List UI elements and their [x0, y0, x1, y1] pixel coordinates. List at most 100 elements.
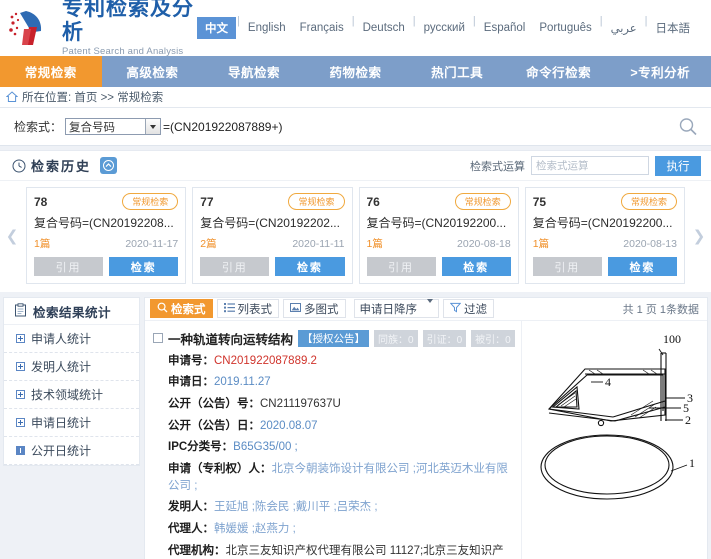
sort-select-value: 申请日降序 — [360, 301, 418, 317]
history-card[interactable]: 76 常规检索 复合号码=(CN20192200... 1篇 2020-08-1… — [359, 187, 519, 284]
result-title[interactable]: 一种轨道转向运转结构 — [168, 329, 293, 348]
quote-button[interactable]: 引用 — [200, 257, 269, 276]
history-card-count: 1篇 — [533, 236, 549, 251]
history-card-date: 2020-08-13 — [623, 238, 677, 250]
search-bar: 检索式： 复合号码 =(CN201922087889+) — [0, 108, 711, 146]
sidebar-item-label: 公开日统计 — [31, 442, 91, 459]
history-card-date: 2020-11-11 — [292, 238, 344, 250]
field-value[interactable]: B65G35/00 ; — [233, 441, 298, 453]
list-icon — [224, 302, 235, 316]
operation-input[interactable]: 检索式运算 — [531, 156, 649, 175]
sidebar-item-inventor-stats[interactable]: 发明人统计 — [4, 353, 139, 381]
search-icon[interactable] — [671, 110, 705, 144]
field-value: CN211197637U — [260, 398, 341, 410]
history-card-count: 1篇 — [34, 236, 50, 251]
results-count: 共 1 页 1条数据 — [623, 301, 699, 317]
view-mode-list[interactable]: 列表式 — [217, 299, 280, 318]
history-card[interactable]: 75 常规检索 复合号码=(CN20192200... 1篇 2020-08-1… — [525, 187, 685, 284]
sidebar-item-applicant-stats[interactable]: 申请人统计 — [4, 325, 139, 353]
history-card-badge: 常规检索 — [288, 193, 344, 210]
sidebar-item-label: 申请人统计 — [31, 330, 91, 347]
language-option-zh[interactable]: 中文 — [197, 17, 236, 39]
collapse-icon — [16, 446, 25, 455]
chevron-left-icon[interactable]: ❮ — [0, 227, 24, 245]
image-icon — [290, 302, 301, 316]
view-mode-grid-label: 多图式 — [304, 301, 339, 317]
quote-button[interactable]: 引用 — [533, 257, 602, 276]
sidebar-item-publication-date-stats[interactable]: 公开日统计 — [4, 437, 139, 465]
field-value[interactable]: 王延旭 ;陈会民 ;戴川平 ;吕荣杰 ; — [214, 501, 378, 513]
family-count-tag[interactable]: 同族：0 — [374, 330, 418, 347]
field-inventor: 发明人：王延旭 ;陈会民 ;戴川平 ;吕荣杰 ; — [153, 499, 515, 516]
nav-item-drug-search[interactable]: 药物检索 — [305, 56, 407, 87]
history-card-query: 复合号码=(CN20192202... — [200, 214, 344, 231]
history-card-count: 1篇 — [367, 236, 383, 251]
chevron-right-icon[interactable]: ❯ — [687, 227, 711, 245]
nav-item-regular-search[interactable]: 常规检索 — [0, 56, 102, 87]
field-key: 公开（公告）号： — [168, 398, 260, 410]
language-option-fr[interactable]: Français — [293, 20, 351, 36]
nav-item-advanced-search[interactable]: 高级检索 — [102, 56, 204, 87]
field-agency: 代理机构：北京三友知识产权代理有限公司 11127;北京三友知识产权代理有限公司… — [153, 543, 515, 559]
language-option-de[interactable]: Deutsch — [356, 20, 412, 36]
history-card-count: 2篇 — [200, 236, 216, 251]
history-operation-group: 检索式运算 检索式运算 执行 — [470, 156, 701, 176]
patent-figure[interactable]: 100 4 3 5 2 1 — [521, 321, 707, 559]
statistics-title: 检索结果统计 — [33, 302, 111, 321]
search-button[interactable]: 检索 — [275, 257, 344, 276]
history-card-number: 77 — [200, 195, 213, 209]
field-publication-number: 公开（公告）号：CN211197637U — [153, 396, 515, 413]
nav-item-navigation-search[interactable]: 导航检索 — [203, 56, 305, 87]
sort-select[interactable]: 申请日降序 — [354, 299, 440, 318]
view-mode-expression[interactable]: 检索式 — [150, 299, 213, 318]
history-card[interactable]: 78 常规检索 复合号码=(CN20192208... 1篇 2020-11-1… — [26, 187, 186, 284]
language-option-pt[interactable]: Português — [532, 20, 598, 36]
history-card-number: 75 — [533, 195, 546, 209]
search-field-select[interactable]: 复合号码 — [65, 118, 161, 135]
chevron-down-icon — [145, 119, 160, 134]
filter-button[interactable]: 过滤 — [443, 299, 494, 318]
history-card-badge: 常规检索 — [455, 193, 511, 210]
quote-button[interactable]: 引用 — [367, 257, 436, 276]
field-ipc: IPC分类号：B65G35/00 ; — [153, 439, 515, 456]
language-option-ja[interactable]: 日本語 — [649, 18, 698, 38]
search-button[interactable]: 检索 — [608, 257, 677, 276]
nav-item-patent-analysis[interactable]: >专利分析 — [609, 56, 711, 87]
figure-label: 2 — [685, 413, 691, 427]
language-option-es[interactable]: Español — [477, 20, 533, 36]
search-button[interactable]: 检索 — [109, 257, 178, 276]
field-key: 申请号： — [168, 355, 214, 367]
search-button[interactable]: 检索 — [442, 257, 511, 276]
field-key: IPC分类号： — [168, 441, 233, 453]
sidebar-item-application-date-stats[interactable]: 申请日统计 — [4, 409, 139, 437]
execute-button[interactable]: 执行 — [655, 156, 701, 176]
chevron-up-icon[interactable] — [100, 157, 117, 174]
history-card[interactable]: 77 常规检索 复合号码=(CN20192202... 2篇 2020-11-1… — [192, 187, 352, 284]
field-value[interactable]: 韩媛媛 ;赵燕力 ; — [214, 523, 296, 535]
citation-count-tag[interactable]: 引证：0 — [423, 330, 467, 347]
breadcrumb-text: 所在位置: 首页 >> 常规检索 — [22, 89, 163, 105]
quote-button[interactable]: 引用 — [34, 257, 103, 276]
nav-item-command-line-search[interactable]: 命令行检索 — [508, 56, 610, 87]
cited-by-count-tag[interactable]: 被引：0 — [471, 330, 515, 347]
view-mode-grid[interactable]: 多图式 — [283, 299, 346, 318]
field-value: 2020.08.07 — [260, 420, 318, 432]
result-checkbox[interactable] — [153, 333, 163, 343]
figure-label: 1 — [689, 456, 695, 470]
language-option-ru[interactable]: русский — [417, 20, 472, 36]
field-key: 申请（专利权）人： — [168, 463, 272, 475]
language-option-en[interactable]: English — [241, 20, 293, 36]
field-key: 代理机构： — [168, 545, 226, 557]
history-card-badge: 常规检索 — [122, 193, 178, 210]
history-card-number: 78 — [34, 195, 47, 209]
language-option-ar[interactable]: عربي — [604, 19, 644, 37]
expand-icon — [16, 390, 25, 399]
expand-icon — [16, 334, 25, 343]
figure-label: 100 — [663, 332, 681, 346]
result-title-row: 一种轨道转向运转结构 【授权公告】 同族：0 引证：0 被引：0 — [153, 329, 515, 348]
sidebar-item-label: 技术领域统计 — [31, 386, 103, 403]
nav-item-popular-tools[interactable]: 热门工具 — [406, 56, 508, 87]
field-applicant: 申请（专利权）人：北京今朝装饰设计有限公司 ;河北英迈木业有限公司 ; — [153, 461, 515, 494]
sidebar-item-tech-field-stats[interactable]: 技术领域统计 — [4, 381, 139, 409]
search-history-carousel: ❮ 78 常规检索 复合号码=(CN20192208... 1篇 2020-11… — [0, 181, 711, 292]
